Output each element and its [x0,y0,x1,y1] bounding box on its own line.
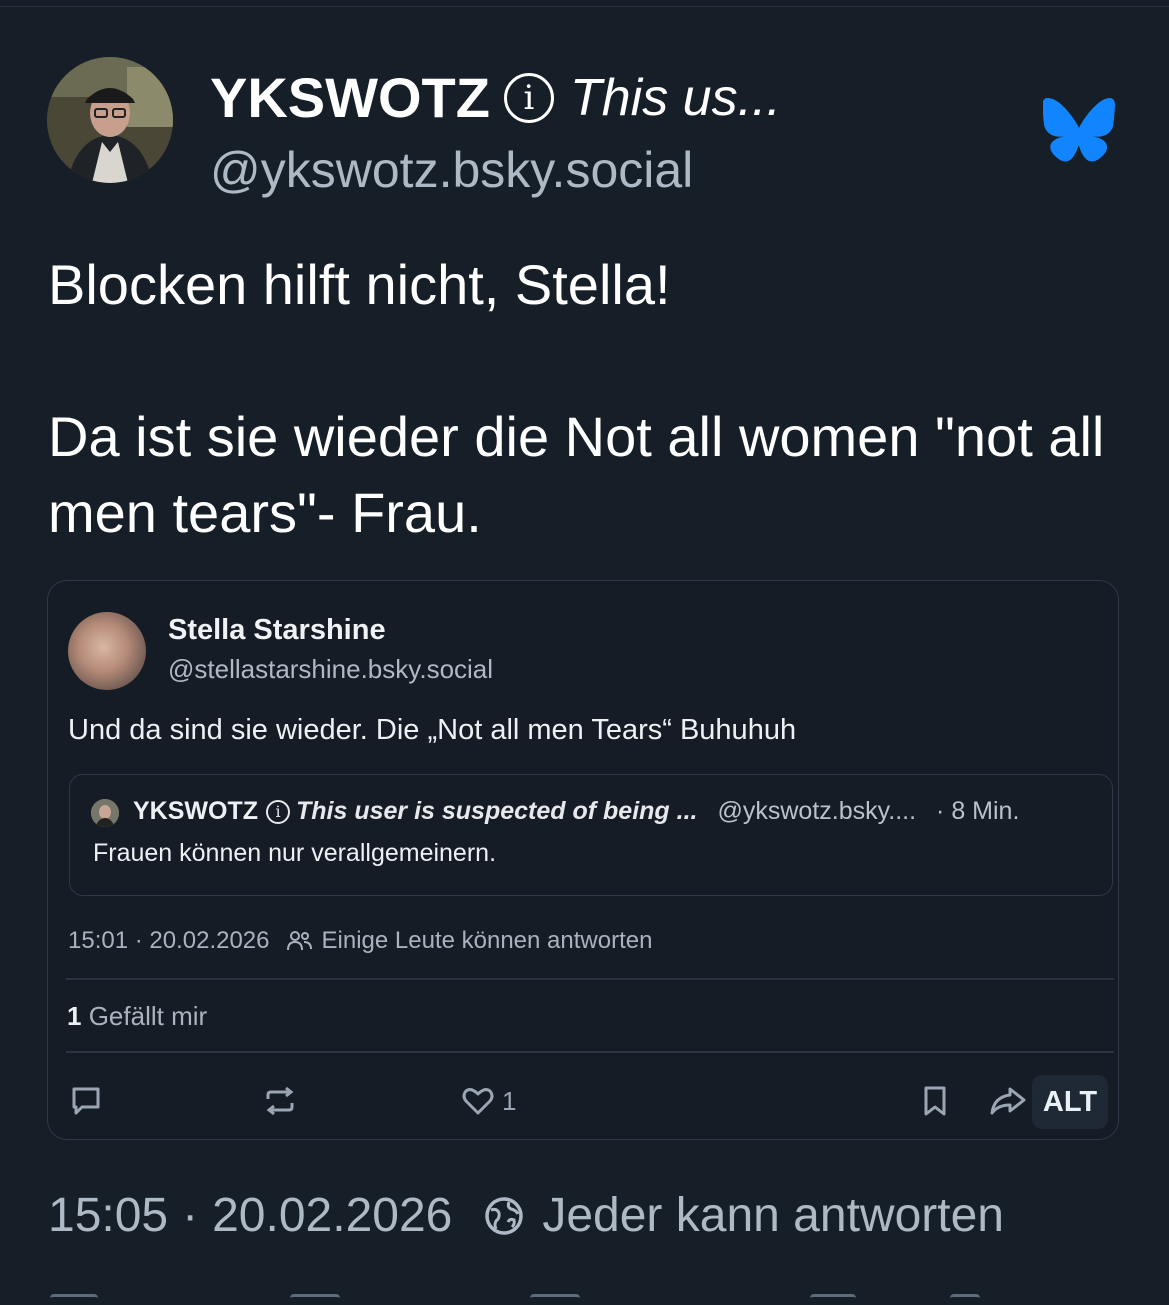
nested-time: · 8 Min. [936,797,1020,825]
like-button[interactable] [530,1294,580,1305]
likes-label: Gefällt mir [88,1001,208,1031]
quoted-author-handle: @stellastarshine.bsky.social [168,654,494,684]
bookmark-icon [918,1081,952,1121]
author-handle[interactable]: @ykswotz.bsky.social [210,140,693,200]
quoted-meta: 15:01 · 20.02.2026 Einige Leute können a… [68,927,652,955]
embedded-image-quote[interactable]: Stella Starshine @stellastarshine.bsky.s… [47,580,1119,1140]
share-button[interactable] [950,1294,980,1305]
post-footer: 15:05 · 20.02.2026 Jeder kann antworten [48,1188,1004,1243]
quoted-reply-setting: Einige Leute können antworten [321,927,653,954]
share-icon [988,1081,1028,1121]
quoted-likes: 1 Gefällt mir [67,1001,207,1032]
action-bar-cutoff [0,1288,1169,1302]
author-label-warning[interactable]: This us... [570,66,781,130]
post-text: Blocken hilft nicht, Stella! Da ist sie … [48,253,1105,544]
globe-icon [485,1196,524,1235]
nested-author-name: YKSWOTZ [133,797,258,825]
heart-icon [462,1088,494,1115]
author-name-row[interactable]: YKSWOTZ i This us... [210,66,781,130]
author-avatar[interactable] [47,57,173,183]
like-action-count: 1 [502,1085,517,1116]
reply-icon [68,1081,104,1121]
nested-quote-text: Frauen können nur verallgemeinern. [93,839,497,867]
top-divider [0,6,1169,7]
post-date: 20.02.2026 [212,1189,453,1242]
reply-setting[interactable]: Jeder kann antworten [542,1188,1004,1243]
nested-quote-header: YKSWOTZ i This user is suspected of bein… [133,797,1019,826]
quoted-timestamp: 15:01 · 20.02.2026 [68,927,270,954]
like-action: 1 [460,1081,516,1121]
author-display-name[interactable]: YKSWOTZ [210,66,490,130]
bookmark-button[interactable] [810,1294,856,1305]
nested-author-avatar [91,799,119,827]
alt-text-button[interactable]: ALT [1032,1075,1108,1129]
nested-quote: YKSWOTZ i This user is suspected of bein… [69,774,1113,896]
divider [66,1051,1114,1053]
avatar-photo [47,57,173,183]
repost-button[interactable] [290,1294,340,1305]
quoted-author-avatar [68,612,146,690]
nested-author-handle: @ykswotz.bsky.... [717,797,917,825]
bluesky-butterfly-icon [1043,98,1115,162]
likes-count: 1 [67,1001,82,1031]
quoted-post-text: Und da sind sie wieder. Die „Not all men… [68,714,797,746]
post-date-separator: · [182,1189,199,1242]
quoted-author-name: Stella Starshine [168,614,386,646]
repost-icon [262,1081,298,1121]
people-icon [286,931,312,951]
info-icon[interactable]: i [503,73,554,123]
info-icon: i [266,799,290,824]
post-time: 15:05 [48,1189,169,1242]
nested-label-warning: This user is suspected of being ... [296,797,698,825]
reply-button[interactable] [50,1294,98,1305]
divider [66,978,1114,980]
